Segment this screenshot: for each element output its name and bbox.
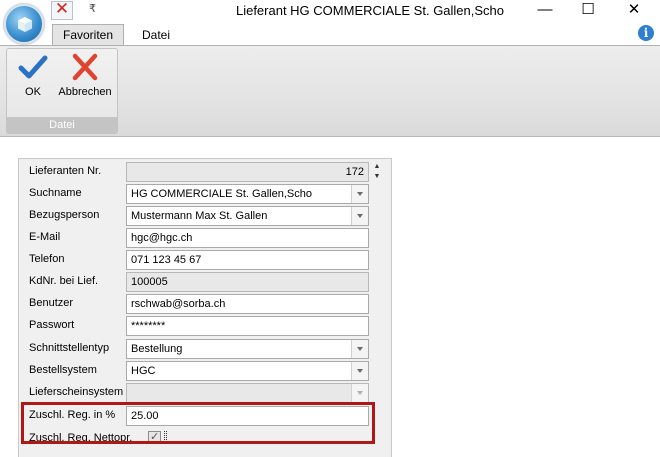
label-schnittstellentyp: Schnittstellentyp bbox=[29, 342, 110, 354]
qat-close-button[interactable]: ✕ bbox=[51, 0, 73, 20]
spin-up-icon[interactable]: ▲ bbox=[370, 162, 384, 172]
ok-button[interactable]: OK bbox=[13, 53, 53, 98]
cancel-x-icon bbox=[72, 53, 98, 81]
telefon-field[interactable]: 071 123 45 67 bbox=[126, 250, 369, 270]
label-bestellsystem: Bestellsystem bbox=[29, 364, 97, 376]
lieferscheinsystem-combo[interactable] bbox=[126, 383, 369, 403]
suchname-combo[interactable]: HG COMMERCIALE St. Gallen,Scho bbox=[126, 184, 369, 204]
chevron-down-icon[interactable] bbox=[351, 362, 368, 380]
label-kdnr: KdNr. bei Lief. bbox=[29, 275, 99, 287]
suchname-value: HG COMMERCIALE St. Gallen,Scho bbox=[131, 188, 312, 200]
highlight-box bbox=[21, 402, 375, 444]
chevron-down-icon[interactable] bbox=[351, 340, 368, 358]
tab-datei[interactable]: Datei bbox=[128, 25, 184, 45]
bestellsystem-value: HGC bbox=[131, 365, 156, 377]
bestellsystem-combo[interactable]: HGC bbox=[126, 361, 369, 381]
ribbon-body: OK Abbrechen Datei bbox=[0, 45, 660, 137]
window-title: Lieferant HG COMMERCIALE St. Gallen,Scho bbox=[235, 3, 505, 18]
label-passwort: Passwort bbox=[29, 319, 75, 331]
benutzer-field[interactable]: rschwab@sorba.ch bbox=[126, 294, 369, 314]
spin-down-icon[interactable]: ▼ bbox=[370, 172, 384, 182]
close-window-button[interactable]: ✕ bbox=[614, 0, 654, 22]
close-icon: ✕ bbox=[54, 0, 70, 18]
ribbon-group-datei: OK Abbrechen Datei bbox=[6, 48, 118, 134]
tab-favoriten[interactable]: Favoriten bbox=[52, 24, 124, 46]
ribbon-group-label: Datei bbox=[7, 117, 117, 133]
schnittstellentyp-combo[interactable]: Bestellung bbox=[126, 339, 369, 359]
app-menu-button[interactable] bbox=[4, 4, 44, 44]
email-field[interactable]: hgc@hgc.ch bbox=[126, 228, 369, 248]
label-lieferscheinsystem: Lieferscheinsystem bbox=[29, 386, 124, 398]
info-icon[interactable]: i bbox=[638, 25, 654, 41]
cancel-label: Abbrechen bbox=[58, 86, 112, 98]
label-email: E-Mail bbox=[29, 231, 61, 243]
qat-customize-dropdown[interactable]: ₹ bbox=[89, 2, 96, 15]
bezugsperson-combo[interactable]: Mustermann Max St. Gallen bbox=[126, 206, 369, 226]
label-lieferanten-nr: Lieferanten Nr. bbox=[29, 165, 102, 177]
lieferanten-nr-field[interactable]: 172 bbox=[126, 162, 369, 182]
kdnr-field[interactable]: 100005 bbox=[126, 272, 369, 292]
maximize-button[interactable]: ☐ bbox=[568, 0, 608, 22]
cancel-button[interactable]: Abbrechen bbox=[55, 53, 115, 98]
checkmark-icon bbox=[18, 55, 48, 79]
label-bezugsperson: Bezugsperson bbox=[29, 209, 100, 221]
label-benutzer: Benutzer bbox=[29, 297, 74, 309]
minimize-button[interactable]: — bbox=[525, 0, 565, 22]
bezugsperson-value: Mustermann Max St. Gallen bbox=[131, 210, 268, 222]
lieferanten-nr-spinner[interactable]: ▲ ▼ bbox=[370, 162, 384, 182]
title-bar: ✕ ₹ Lieferant HG COMMERCIALE St. Gallen,… bbox=[0, 0, 660, 44]
label-suchname: Suchname bbox=[29, 187, 82, 199]
chevron-down-icon[interactable] bbox=[351, 207, 368, 225]
ribbon-tabs: Favoriten Datei bbox=[0, 22, 660, 46]
label-telefon: Telefon bbox=[29, 253, 65, 265]
passwort-field[interactable]: ******** bbox=[126, 316, 369, 336]
schnittstellentyp-value: Bestellung bbox=[131, 343, 183, 355]
cube-icon bbox=[18, 17, 32, 32]
chevron-down-icon[interactable] bbox=[351, 384, 368, 402]
chevron-down-icon[interactable] bbox=[351, 185, 368, 203]
ok-label: OK bbox=[25, 86, 41, 98]
